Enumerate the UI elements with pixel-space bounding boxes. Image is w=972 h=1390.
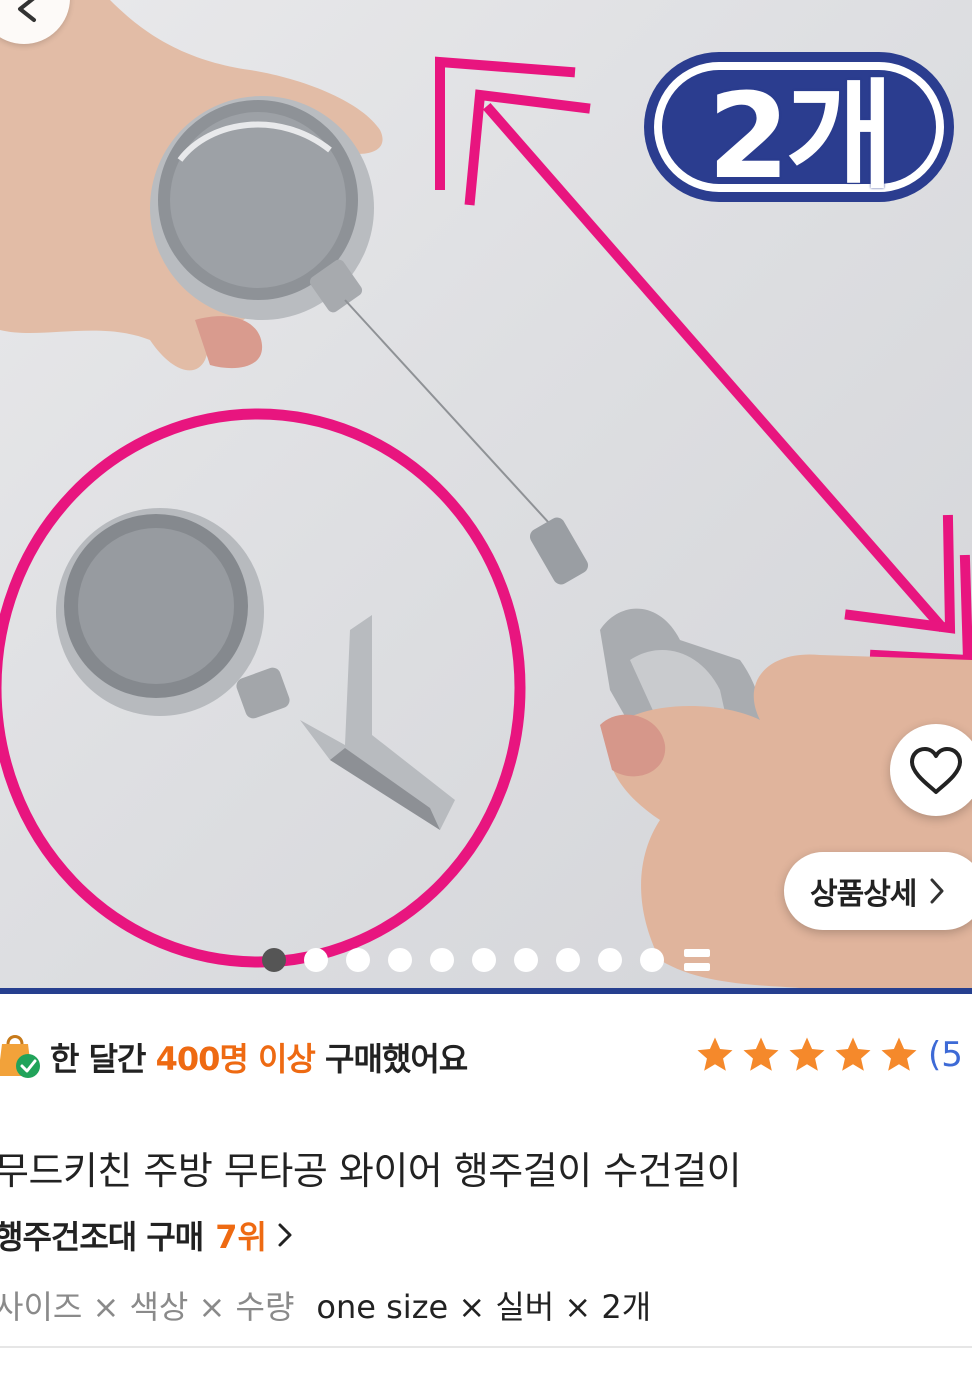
product-image-carousel[interactable]: 2개 상품상세 (0, 0, 972, 988)
carousel-dot-3[interactable] (346, 948, 370, 972)
monthly-purchase-text: 한 달간 400명 이상 구매했어요 (50, 1034, 468, 1080)
carousel-more-icon[interactable] (684, 949, 710, 971)
star-icon (835, 1037, 871, 1071)
product-detail-label: 상품상세 (810, 877, 917, 912)
rating-stars[interactable]: (5 (694, 1034, 963, 1076)
heart-icon (910, 747, 962, 794)
chevron-right-icon (278, 1223, 292, 1247)
section-divider (0, 1346, 972, 1348)
option-label: 사이즈 × 색상 × 수량 (0, 1288, 295, 1326)
selected-options[interactable]: 사이즈 × 색상 × 수량 one size × 실버 × 2개 (0, 1282, 651, 1328)
product-title: 무드키친 주방 무타공 와이어 행주걸이 수건걸이 (0, 1149, 742, 1193)
carousel-pagination (262, 946, 710, 974)
carousel-dot-1[interactable] (262, 948, 286, 972)
star-icon (881, 1037, 917, 1071)
category-rank-link[interactable]: 행주건조대 구매 7위 (0, 1212, 293, 1258)
carousel-dot-5[interactable] (430, 948, 454, 972)
carousel-dot-9[interactable] (598, 948, 622, 972)
carousel-dot-10[interactable] (640, 948, 664, 972)
quantity-badge: 2개 (707, 66, 895, 205)
option-value: one size × 실버 × 2개 (316, 1288, 652, 1326)
star-icon (697, 1037, 733, 1071)
shopping-bag-check-icon (0, 1035, 40, 1078)
purchase-suffix: 구매했어요 (325, 1040, 468, 1078)
carousel-dot-4[interactable] (388, 948, 412, 972)
back-arrow-icon (18, 0, 36, 22)
rank-value: 7위 (215, 1218, 267, 1256)
product-detail-button[interactable]: 상품상세 (784, 852, 972, 930)
hero-bottom-border (0, 988, 972, 994)
carousel-dot-8[interactable] (556, 948, 580, 972)
carousel-dot-6[interactable] (472, 948, 496, 972)
purchase-count: 400명 이상 (155, 1040, 316, 1078)
star-icon (743, 1037, 779, 1071)
purchase-prefix: 한 달간 (50, 1040, 146, 1078)
carousel-dot-7[interactable] (514, 948, 538, 972)
chevron-right-icon (930, 878, 944, 904)
review-count[interactable]: (5 (928, 1035, 963, 1075)
carousel-dot-2[interactable] (304, 948, 328, 972)
star-icon (789, 1037, 825, 1071)
rank-category: 행주건조대 구매 (0, 1218, 204, 1256)
purchase-stats-row: 한 달간 400명 이상 구매했어요 (5 (0, 1022, 972, 1088)
wishlist-button[interactable] (890, 724, 972, 816)
